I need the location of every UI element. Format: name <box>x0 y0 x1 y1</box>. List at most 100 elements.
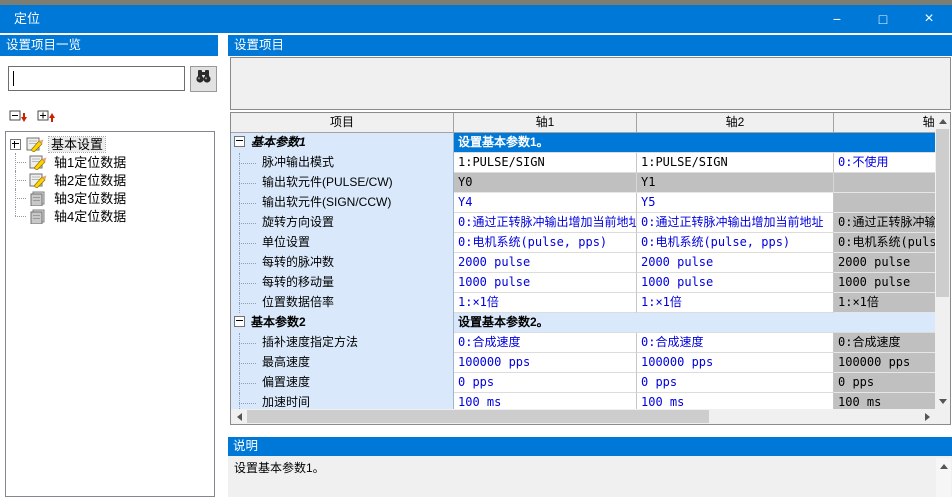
tree-item[interactable]: 轴4定位数据 <box>6 207 214 225</box>
value-cell-axis3[interactable]: 0:合成速度 <box>834 333 935 353</box>
value-cell-axis1[interactable]: 0:通过正转脉冲输出增加当前地址 <box>454 213 637 233</box>
horizontal-scroll-thumb[interactable] <box>247 410 709 423</box>
value-cell-axis1[interactable]: 0:电机系统(pulse, pps) <box>454 233 637 253</box>
value-cell-axis2[interactable]: 0:电机系统(pulse, pps) <box>637 233 834 253</box>
value-cell-axis3[interactable]: 0 pps <box>834 373 935 393</box>
column-header-axis2[interactable]: 轴2 <box>637 113 834 133</box>
grid-header-row: 项目轴1轴2轴3 <box>231 113 935 133</box>
value-cell-axis2[interactable]: 1:PULSE/SIGN <box>637 153 834 173</box>
param-item-cell[interactable]: 位置数据倍率 <box>231 293 454 313</box>
value-cell-axis3[interactable]: 1000 pulse <box>834 273 935 293</box>
param-item-cell[interactable]: 单位设置 <box>231 233 454 253</box>
group-item-cell[interactable]: 基本参数2 <box>231 313 454 333</box>
value-cell-axis3[interactable]: 1:×1倍 <box>834 293 935 313</box>
param-item-cell[interactable]: 加速时间 <box>231 393 454 409</box>
group-item-cell[interactable]: 基本参数1 <box>231 133 454 153</box>
close-button[interactable]: × <box>906 5 952 33</box>
grid-viewport: 项目轴1轴2轴3基本参数1设置基本参数1。脉冲输出模式1:PULSE/SIGN1… <box>231 113 935 409</box>
expand-icon[interactable] <box>10 139 21 150</box>
collapse-icon[interactable] <box>234 316 245 327</box>
value-cell-axis3[interactable]: 0:电机系统(pulse, pps) <box>834 233 935 253</box>
tree-item[interactable]: 轴2定位数据 <box>6 171 214 189</box>
param-label: 偏置速度 <box>262 375 310 389</box>
value-cell-axis2[interactable]: 100000 pps <box>637 353 834 373</box>
column-header-axis1[interactable]: 轴1 <box>454 113 637 133</box>
search-field-wrap <box>8 66 185 91</box>
horizontal-scrollbar[interactable] <box>231 409 935 424</box>
value-cell-axis3[interactable]: 0:通过正转脉冲输出增加当前地址 <box>834 213 935 233</box>
value-cell-axis1[interactable]: 2000 pulse <box>454 253 637 273</box>
value-cell-axis2[interactable]: 0 pps <box>637 373 834 393</box>
value-cell-axis1[interactable]: 100 ms <box>454 393 637 409</box>
scroll-down-button[interactable] <box>935 393 950 409</box>
up-arrow-icon <box>940 464 948 469</box>
param-item-cell[interactable]: 输出软元件(SIGN/CCW) <box>231 193 454 213</box>
value-cell-axis1[interactable]: 1:×1倍 <box>454 293 637 313</box>
value-cell-axis1[interactable]: Y0 <box>454 173 637 193</box>
group-description-cell[interactable]: 设置基本参数1。 <box>454 133 935 153</box>
value-cell-axis1[interactable]: 1000 pulse <box>454 273 637 293</box>
value-cell-axis3[interactable]: 2000 pulse <box>834 253 935 273</box>
description-scrollbar[interactable] <box>936 458 951 497</box>
scroll-up-button[interactable] <box>936 458 951 474</box>
vertical-scrollbar[interactable] <box>935 113 950 409</box>
value-cell-axis2[interactable]: Y5 <box>637 193 834 213</box>
search-button[interactable] <box>190 66 217 92</box>
param-item-cell[interactable]: 旋转方向设置 <box>231 213 454 233</box>
param-item-cell[interactable]: 最高速度 <box>231 353 454 373</box>
value-cell-axis2[interactable]: 100 ms <box>637 393 834 409</box>
vertical-scroll-thumb[interactable] <box>936 129 949 297</box>
param-item-cell[interactable]: 脉冲输出模式 <box>231 153 454 173</box>
expand-all-icon[interactable] <box>37 110 56 126</box>
minimize-button[interactable]: − <box>814 5 860 33</box>
right-arrow-icon <box>925 413 930 421</box>
value-cell-axis2[interactable]: 0:通过正转脉冲输出增加当前地址 <box>637 213 834 233</box>
value-cell-axis2[interactable]: 0:合成速度 <box>637 333 834 353</box>
table-row: 每转的移动量1000 pulse1000 pulse1000 pulse <box>231 273 935 293</box>
param-item-cell[interactable]: 插补速度指定方法 <box>231 333 454 353</box>
table-row: 旋转方向设置0:通过正转脉冲输出增加当前地址0:通过正转脉冲输出增加当前地址0:… <box>231 213 935 233</box>
param-label: 位置数据倍率 <box>262 295 334 309</box>
tree-item[interactable]: 轴1定位数据 <box>6 153 214 171</box>
collapse-icon[interactable] <box>234 136 245 147</box>
value-cell-axis1[interactable]: 1:PULSE/SIGN <box>454 153 637 173</box>
value-cell-axis2[interactable]: 1000 pulse <box>637 273 834 293</box>
value-cell-axis3[interactable] <box>834 173 935 193</box>
scroll-left-button[interactable] <box>231 409 247 424</box>
collapse-all-icon[interactable] <box>9 110 28 126</box>
group-description-cell[interactable]: 设置基本参数2。 <box>454 313 935 333</box>
column-header-item[interactable]: 项目 <box>231 113 454 133</box>
value-cell-axis3[interactable]: 100 ms <box>834 393 935 409</box>
settings-grid: 项目轴1轴2轴3基本参数1设置基本参数1。脉冲输出模式1:PULSE/SIGN1… <box>231 113 935 409</box>
column-header-axis3[interactable]: 轴3 <box>834 113 935 133</box>
param-item-cell[interactable]: 每转的移动量 <box>231 273 454 293</box>
gray-doc-icon <box>29 209 48 224</box>
scroll-right-button[interactable] <box>919 409 935 424</box>
value-cell-axis3[interactable]: 0:不使用 <box>834 153 935 173</box>
param-item-cell[interactable]: 输出软元件(PULSE/CW) <box>231 173 454 193</box>
scroll-up-button[interactable] <box>935 113 950 129</box>
edit-item-icon <box>29 173 48 188</box>
value-cell-axis1[interactable]: 0:合成速度 <box>454 333 637 353</box>
tree-item-label: 轴1定位数据 <box>52 155 128 170</box>
parameter-table: 项目轴1轴2轴3基本参数1设置基本参数1。脉冲输出模式1:PULSE/SIGN1… <box>230 112 951 425</box>
value-cell-axis2[interactable]: 2000 pulse <box>637 253 834 273</box>
value-cell-axis3[interactable] <box>834 193 935 213</box>
value-cell-axis2[interactable]: Y1 <box>637 173 834 193</box>
maximize-button[interactable]: □ <box>860 5 906 33</box>
dialog-title: 定位 <box>14 5 40 33</box>
description-text: 设置基本参数1。 <box>228 456 952 497</box>
value-cell-axis1[interactable]: 0 pps <box>454 373 637 393</box>
value-cell-axis2[interactable]: 1:×1倍 <box>637 293 834 313</box>
param-item-cell[interactable]: 每转的脉冲数 <box>231 253 454 273</box>
param-item-cell[interactable]: 偏置速度 <box>231 373 454 393</box>
param-label: 最高速度 <box>262 355 310 369</box>
search-input[interactable] <box>9 67 184 90</box>
value-cell-axis3[interactable]: 100000 pps <box>834 353 935 373</box>
table-row: 输出软元件(SIGN/CCW)Y4Y5 <box>231 193 935 213</box>
tree-item[interactable]: 基本设置 <box>6 135 214 153</box>
value-cell-axis1[interactable]: Y4 <box>454 193 637 213</box>
tree-item[interactable]: 轴3定位数据 <box>6 189 214 207</box>
value-cell-axis1[interactable]: 100000 pps <box>454 353 637 373</box>
table-row: 最高速度100000 pps100000 pps100000 pps <box>231 353 935 373</box>
